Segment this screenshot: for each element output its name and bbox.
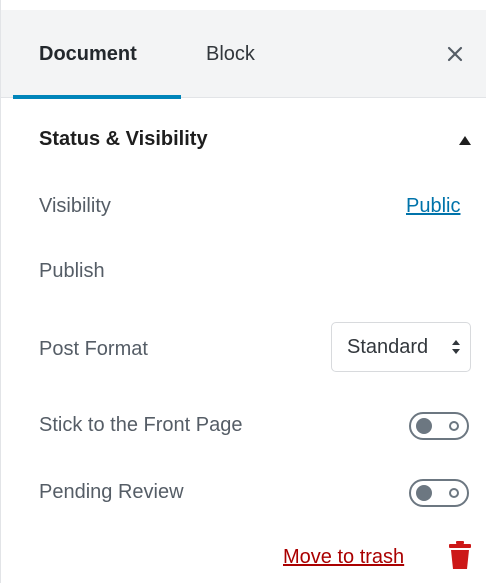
stick-front-page-label: Stick to the Front Page (39, 414, 243, 436)
toggle-thumb (416, 418, 432, 434)
tab-document[interactable]: Document (39, 10, 137, 98)
toggle-thumb (416, 485, 432, 501)
post-format-label: Post Format (39, 338, 148, 360)
section-title: Status & Visibility (39, 128, 208, 150)
document-settings-sidebar: Document Block Status & Visibility Visib… (0, 0, 486, 583)
post-format-select[interactable]: Standard (331, 322, 471, 372)
tab-block[interactable]: Block (206, 10, 255, 98)
pending-review-toggle[interactable] (409, 479, 469, 507)
sidebar-tabs-header: Document Block (1, 10, 486, 99)
pending-review-label: Pending Review (39, 481, 184, 503)
close-button[interactable] (437, 36, 473, 72)
active-tab-indicator (13, 95, 181, 99)
post-format-selected: Standard (347, 335, 429, 358)
close-icon (447, 46, 463, 62)
status-visibility-toggle[interactable]: Status & Visibility (1, 110, 486, 172)
stick-front-page-toggle[interactable] (409, 412, 469, 440)
trash-icon[interactable] (449, 541, 471, 569)
visibility-value-link[interactable]: Public (406, 195, 460, 218)
toggle-off-icon (449, 488, 459, 498)
select-arrows-icon (452, 340, 460, 354)
publish-label: Publish (39, 260, 105, 282)
toggle-off-icon (449, 421, 459, 431)
visibility-label: Visibility (39, 195, 111, 217)
move-to-trash-link[interactable]: Move to trash (283, 546, 404, 569)
caret-up-icon (459, 136, 471, 145)
